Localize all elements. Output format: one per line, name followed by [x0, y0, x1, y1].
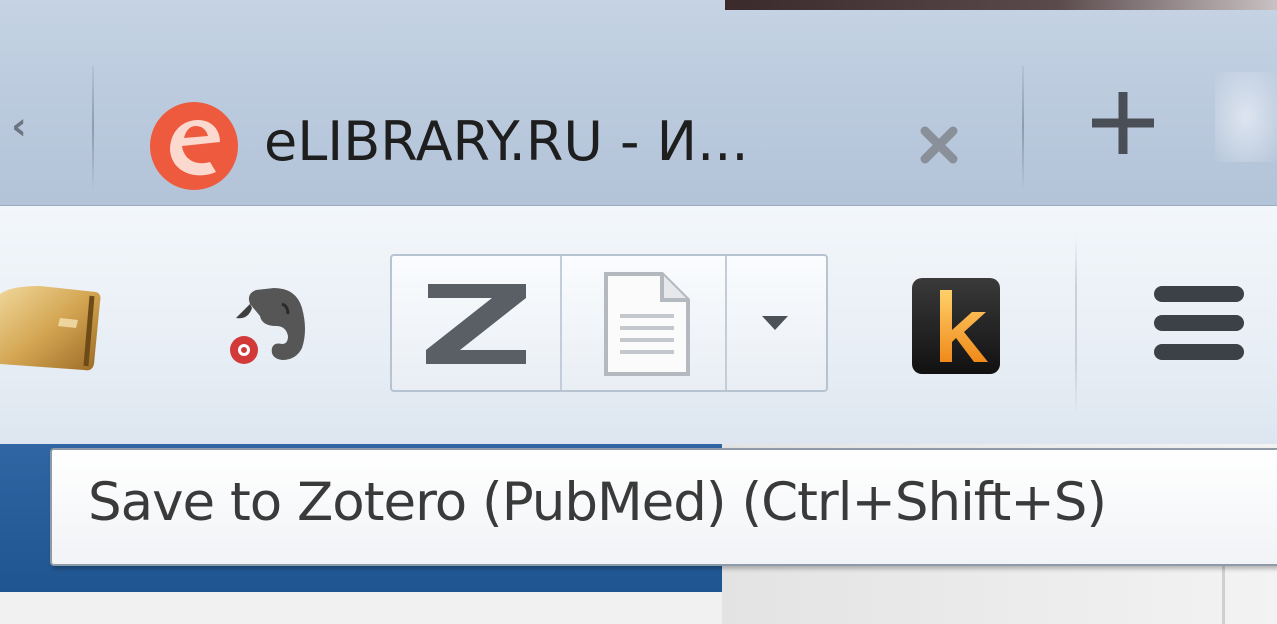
tab-separator: [92, 66, 94, 190]
close-tab-icon[interactable]: [916, 122, 962, 168]
segment-divider: [725, 256, 727, 390]
segment-divider: [560, 256, 562, 390]
bookmark-book-icon[interactable]: [0, 284, 105, 374]
tab-title: eLIBRARY.RU - И...: [264, 110, 749, 173]
chevron-down-icon[interactable]: [760, 314, 790, 332]
tab-separator: [1022, 66, 1024, 190]
page-divider: [1222, 564, 1225, 624]
browser-window: ‹ eLIBRARY.RU - И... Save to Zotero (Pub…: [0, 0, 1277, 624]
page-body-strip: [0, 592, 722, 624]
window-titlebar-edge: [725, 0, 1277, 10]
tab-strip: ‹ eLIBRARY.RU - И...: [0, 0, 1277, 206]
elibrary-e-icon: [150, 102, 238, 190]
zotero-button-group: [390, 254, 828, 392]
chevron-left-icon: ‹: [11, 104, 27, 148]
zotero-z-icon[interactable]: [422, 282, 532, 366]
k-extension-icon[interactable]: [910, 276, 1002, 376]
zotero-tooltip: Save to Zotero (PubMed) (Ctrl+Shift+S): [50, 448, 1277, 566]
tab-scroll-left-button[interactable]: ‹: [4, 96, 34, 156]
zotero-save-page-icon[interactable]: [602, 270, 694, 378]
tooltip-text: Save to Zotero (PubMed) (Ctrl+Shift+S): [88, 472, 1107, 533]
toolbar-divider: [1075, 236, 1077, 416]
tab-elibrary[interactable]: eLIBRARY.RU - И...: [96, 66, 1024, 205]
hamburger-menu-icon[interactable]: [1150, 282, 1248, 364]
new-tab-button[interactable]: [1092, 92, 1154, 154]
navigation-toolbar: [0, 206, 1277, 445]
evernote-elephant-icon[interactable]: [222, 286, 312, 374]
tab-strip-fade: [1215, 72, 1277, 162]
